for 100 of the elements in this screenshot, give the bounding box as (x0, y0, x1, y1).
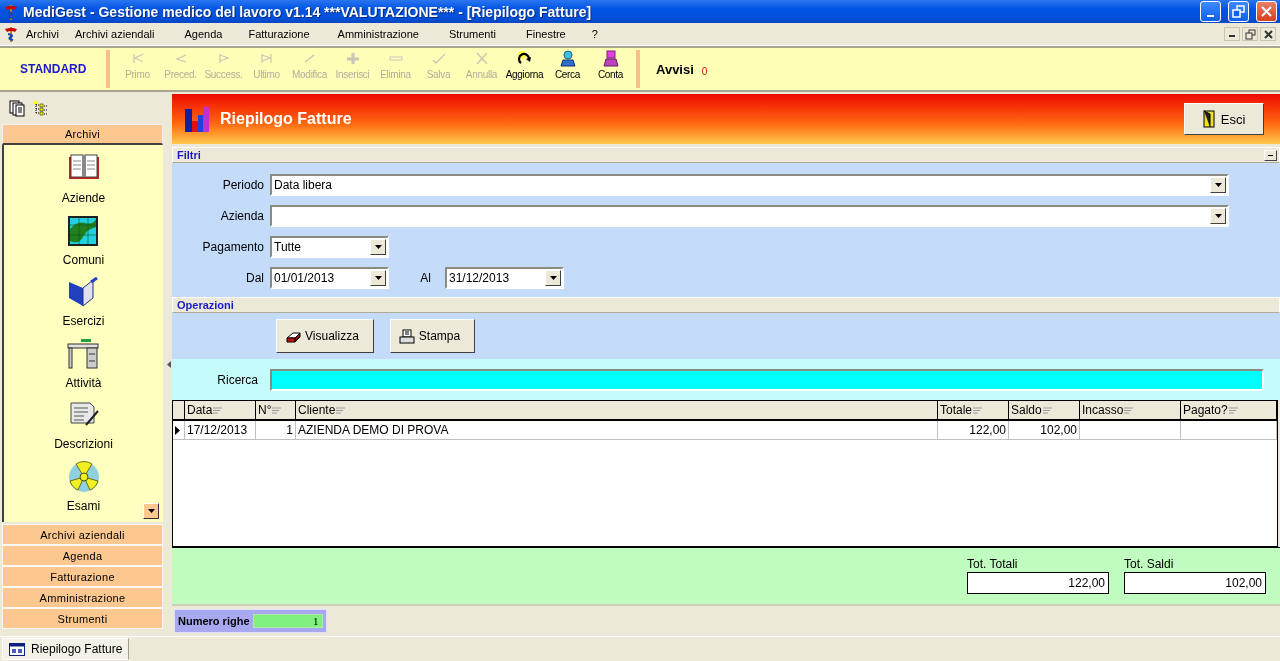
dropdown-field[interactable]: 31/12/2013 (445, 266, 564, 289)
column-header[interactable]: Incasso (1080, 401, 1181, 419)
sidebar-item[interactable]: Aziende (61, 153, 106, 215)
total-field: 122,00 (967, 572, 1109, 594)
row-count-label: Numero righe (178, 615, 250, 627)
menu-item[interactable]: ? (583, 26, 606, 42)
dropdown-field[interactable]: Tutte (270, 235, 389, 258)
sidebar-group-header[interactable]: Archivi (2, 124, 163, 145)
dropdown-arrow-icon (1214, 213, 1222, 218)
column-header[interactable]: N° (256, 401, 296, 419)
column-header[interactable]: Saldo (1009, 401, 1080, 419)
section-title: Operazioni (177, 299, 235, 311)
sort-icon (1042, 406, 1052, 414)
action-button[interactable]: Stampa (389, 319, 476, 353)
sidebar-group-header[interactable]: Agenda (2, 545, 163, 566)
desk-icon (67, 337, 100, 370)
search-icon (558, 50, 577, 67)
map-icon (67, 214, 100, 247)
total-field: 102,00 (1124, 572, 1266, 594)
menu-item[interactable]: Strumenti (440, 26, 518, 42)
minimize-icon (1229, 35, 1235, 37)
field-label: Al (419, 270, 432, 285)
window-icon (9, 642, 25, 656)
sidebar-group-header[interactable]: Fatturazione (2, 566, 163, 587)
alerts-count: 0 (701, 65, 708, 77)
sort-icon (973, 406, 983, 414)
window-title: MediGest - Gestione medico del lavoro v1.14 ***VALUTAZIONE*** - [Riepilogo Fatture] (23, 3, 593, 20)
field-label: Pagamento (201, 239, 265, 254)
sort-icon (272, 406, 282, 414)
search-field[interactable] (270, 368, 1264, 391)
dropdown-arrow-icon (374, 244, 382, 249)
close-icon (1260, 5, 1273, 18)
app-logo-icon (4, 3, 18, 20)
minus-icon (1268, 154, 1273, 156)
printer-icon (398, 328, 415, 344)
minimize-icon (1207, 15, 1214, 17)
toolbar-button[interactable]: Conta (589, 48, 632, 90)
minimize-button[interactable] (1224, 27, 1240, 41)
radiation-icon (67, 460, 100, 493)
column-header[interactable]: Pagato? (1181, 401, 1277, 419)
refresh-icon (515, 50, 534, 67)
dropdown-field[interactable] (270, 204, 1229, 227)
row-count-field: 1 (252, 614, 323, 628)
close-button[interactable] (1260, 27, 1276, 41)
field-label: Ricerca (216, 372, 259, 387)
dropdown-field[interactable]: 01/01/2013 (270, 266, 389, 289)
sidebar-group-header[interactable]: Amministrazione (2, 587, 163, 608)
restore-button[interactable] (1242, 27, 1258, 41)
sidebar-item[interactable]: Descrizioni (54, 399, 113, 461)
sidebar-item[interactable]: Attività (65, 337, 102, 399)
close-icon (1262, 28, 1274, 40)
folder-icon (67, 276, 100, 308)
menu-item[interactable]: Agenda (176, 26, 241, 42)
mode-label: STANDARD (20, 62, 84, 76)
exit-button[interactable]: Esci (1184, 103, 1264, 135)
toolbar-button[interactable]: Cerca (546, 48, 589, 90)
dropdown-arrow-icon (374, 275, 382, 280)
action-button[interactable]: Visualizza (276, 319, 374, 353)
dropdown-arrow-icon (549, 275, 557, 280)
table-cell: 102,00 (1009, 421, 1080, 439)
sidebar-item[interactable]: Comuni (62, 214, 105, 276)
restore-icon (1232, 5, 1245, 18)
menu-item[interactable]: Fatturazione (240, 26, 330, 42)
sort-icon (1228, 406, 1238, 414)
caret-down-icon (147, 509, 155, 513)
column-header[interactable]: Data (185, 401, 256, 419)
table-cell: 17/12/2013 (185, 421, 256, 439)
table-cell: 1 (256, 421, 296, 439)
total-label: Tot. Totali (967, 557, 1019, 571)
sidebar-group-header[interactable]: Strumenti (2, 608, 163, 629)
sidebar-group-header[interactable]: Archivi aziendali (2, 524, 163, 545)
dropdown-field[interactable]: Data libera (270, 173, 1229, 196)
menu-item[interactable]: Archivi aziendali (67, 26, 177, 42)
sort-icon (336, 406, 346, 414)
field-label: Azienda (219, 208, 265, 223)
tree-icon[interactable] (33, 100, 49, 117)
taskbar-item[interactable]: Riepilogo Fatture (2, 638, 130, 660)
section-title: Filtri (177, 149, 202, 161)
collapse-arrow-icon[interactable] (167, 361, 171, 368)
column-header[interactable]: Totale (938, 401, 1009, 419)
door-icon (1202, 110, 1215, 128)
menu-item[interactable]: Archivi (18, 26, 67, 42)
pages-icon[interactable] (9, 100, 25, 117)
toolbar-button[interactable]: Aggiorna (503, 48, 546, 90)
collapse-button[interactable] (1264, 149, 1277, 161)
sidebar-item[interactable]: Esami (66, 460, 101, 522)
counter-icon (601, 50, 620, 67)
menu-item[interactable]: Amministrazione (329, 26, 441, 42)
table-cell: 122,00 (938, 421, 1009, 439)
dropdown-arrow-icon (1214, 182, 1222, 187)
sidebar-item[interactable]: Esercizi (62, 276, 105, 338)
scroll-down-button[interactable] (143, 503, 159, 519)
report-title: Riepilogo Fatture (220, 110, 353, 128)
column-header[interactable]: Cliente (296, 401, 938, 419)
sort-icon (1124, 406, 1134, 414)
menu-item[interactable]: Finestre (518, 26, 584, 42)
bar-chart-icon (184, 105, 210, 133)
table-cell: AZIENDA DEMO DI PROVA (296, 421, 938, 439)
field-label: Periodo (221, 177, 265, 192)
total-label: Tot. Saldi (1124, 557, 1175, 571)
